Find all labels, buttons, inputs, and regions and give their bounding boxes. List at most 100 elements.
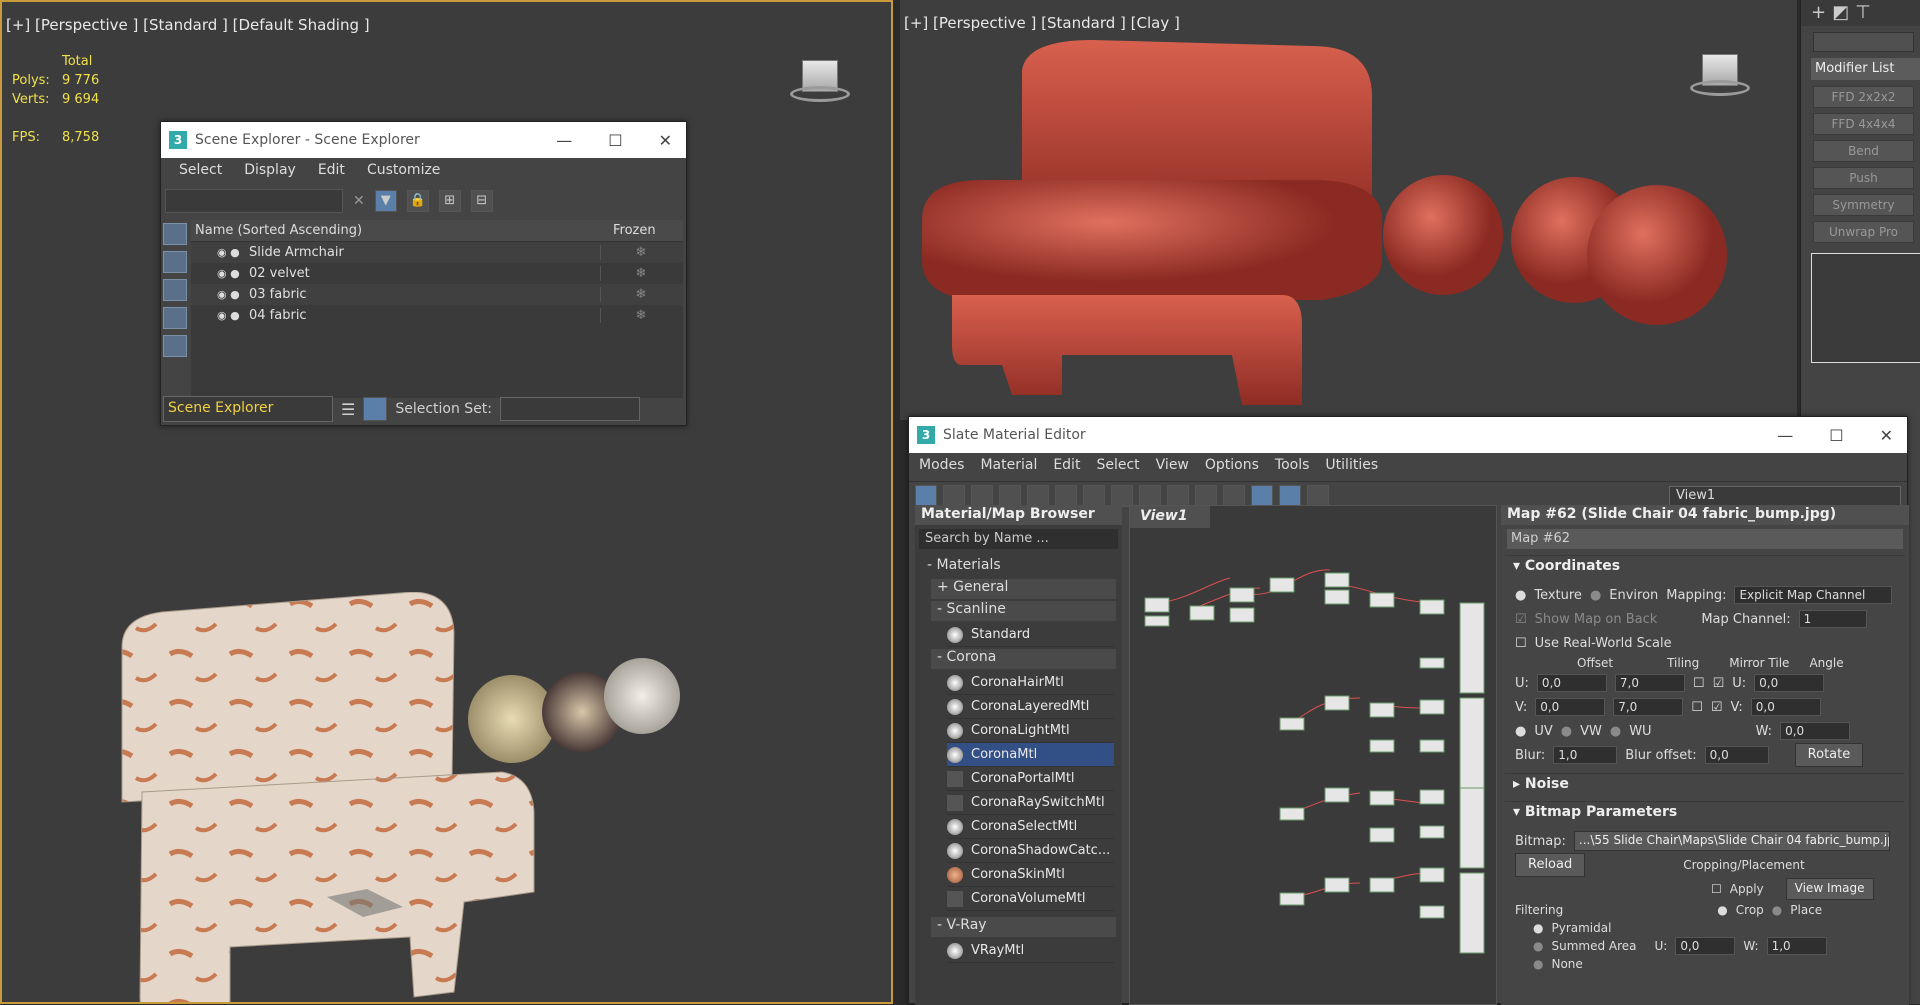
freeze-snowflake-icon[interactable]: ❄ (601, 287, 681, 302)
lock-icon[interactable]: 🔒 (406, 190, 429, 212)
freeze-snowflake-icon[interactable]: ❄ (601, 308, 681, 323)
summed-area-radio[interactable]: ● (1533, 939, 1543, 953)
light-filter-icon[interactable] (163, 279, 187, 301)
none-radio[interactable]: ● (1533, 957, 1543, 971)
pick-material-icon[interactable] (943, 484, 965, 507)
list-item[interactable]: CoronaSelectMtl (947, 815, 1114, 839)
show-map-on-back-checkbox[interactable]: ☑ (1515, 612, 1527, 627)
v-mirror-checkbox[interactable]: ☐ (1691, 700, 1703, 715)
table-row[interactable]: ◉ ● 02 velvet ❄ (191, 263, 683, 284)
u-offset-input[interactable]: 0,0 (1536, 674, 1607, 692)
menu-edit[interactable]: Edit (318, 162, 345, 182)
node-view[interactable]: View1 (1129, 505, 1497, 1005)
menu-modes[interactable]: Modes (919, 457, 964, 477)
clear-search-icon[interactable]: ✕ (353, 193, 365, 209)
crop-u-input[interactable]: 0,0 (1675, 937, 1736, 955)
visibility-eye-icon[interactable]: ◉ ● (191, 309, 245, 322)
u-tile-checkbox[interactable]: ☑ (1713, 676, 1725, 691)
modifier-button-ffd4[interactable]: FFD 4x4x4 (1813, 113, 1914, 135)
browser-search-input[interactable]: Search by Name ... (919, 529, 1118, 549)
rollout-noise[interactable]: ▸ Noise (1505, 773, 1905, 795)
reload-button[interactable]: Reload (1515, 853, 1586, 877)
menu-customize[interactable]: Customize (367, 162, 441, 182)
modifier-button-bend[interactable]: Bend (1813, 140, 1914, 162)
filter-icon[interactable]: ▼ (374, 190, 397, 212)
place-radio[interactable]: ● (1772, 903, 1782, 917)
list-item[interactable]: Standard (947, 623, 1114, 647)
modify-tab-icon[interactable]: ◩ (1832, 2, 1849, 24)
column-name-header[interactable]: Name (Sorted Ascending) (191, 223, 613, 238)
table-row[interactable]: ◉ ● 03 fabric ❄ (191, 284, 683, 305)
maximize-icon[interactable]: ☐ (608, 131, 622, 150)
view-tab[interactable]: View1 (1130, 506, 1210, 528)
viewcube[interactable] (788, 56, 850, 104)
menu-select[interactable]: Select (179, 162, 222, 182)
selection-set-dropdown[interactable] (500, 397, 641, 421)
map-name-field[interactable]: Map #62 (1507, 529, 1903, 549)
modifier-list-dropdown[interactable]: Modifier List (1811, 58, 1920, 80)
backlight-icon[interactable] (1167, 484, 1189, 507)
real-world-checkbox[interactable]: ☐ (1515, 636, 1527, 651)
environ-radio[interactable]: ● (1590, 588, 1601, 603)
group-vray[interactable]: - V-Ray (931, 917, 1116, 937)
w-angle-input[interactable]: 0,0 (1780, 722, 1851, 740)
viewcube-clay[interactable] (1688, 50, 1750, 98)
freeze-snowflake-icon[interactable]: ❄ (601, 245, 681, 260)
crop-w-input[interactable]: 1,0 (1766, 937, 1827, 955)
close-icon[interactable]: ✕ (1880, 426, 1893, 445)
crop-radio[interactable]: ● (1717, 903, 1727, 917)
object-name-field[interactable] (1813, 32, 1914, 52)
vw-radio[interactable]: ● (1561, 724, 1572, 739)
uv-radio[interactable]: ● (1515, 724, 1526, 739)
v-tile-checkbox[interactable]: ☑ (1711, 700, 1723, 715)
list-item[interactable]: CoronaVolumeMtl (947, 887, 1114, 911)
visibility-eye-icon[interactable]: ◉ ● (191, 288, 245, 301)
v-offset-input[interactable]: 0,0 (1535, 698, 1606, 716)
u-mirror-checkbox[interactable]: ☐ (1693, 676, 1705, 691)
minimize-icon[interactable]: — (556, 131, 572, 150)
right-viewport[interactable]: [+] [Perspective ] [Standard ] [Clay ] (900, 0, 1797, 420)
minimize-icon[interactable]: — (1777, 426, 1793, 445)
group-scanline[interactable]: - Scanline (931, 601, 1116, 621)
menu-edit[interactable]: Edit (1053, 457, 1080, 477)
visibility-eye-icon[interactable]: ◉ ● (191, 267, 245, 280)
hide-slots-icon[interactable] (1083, 484, 1105, 507)
v-tiling-input[interactable]: 7,0 (1613, 698, 1684, 716)
list-item[interactable]: CoronaSkinMtl (947, 863, 1114, 887)
parameter-editor-icon[interactable] (1279, 484, 1301, 507)
blur-input[interactable]: 1,0 (1553, 746, 1618, 764)
menu-select[interactable]: Select (1096, 457, 1139, 477)
menu-view[interactable]: View (1156, 457, 1189, 477)
list-item[interactable]: CoronaLayeredMtl (947, 695, 1114, 719)
delete-icon[interactable] (1027, 484, 1049, 507)
list-item[interactable]: CoronaHairMtl (947, 671, 1114, 695)
modifier-button-push[interactable]: Push (1813, 167, 1914, 189)
select-tool-icon[interactable] (915, 484, 937, 507)
modifier-button-symmetry[interactable]: Symmetry (1813, 194, 1914, 216)
layers-icon[interactable]: ☰ (341, 400, 355, 419)
assign-material-icon[interactable] (999, 484, 1021, 507)
v-angle-input[interactable]: 0,0 (1750, 698, 1821, 716)
rollout-coordinates[interactable]: ▾ Coordinates (1505, 555, 1905, 577)
material-library-icon[interactable] (1307, 484, 1329, 507)
rotate-button[interactable]: Rotate (1794, 743, 1864, 767)
geometry-filter-icon[interactable] (163, 223, 187, 245)
column-frozen-header[interactable]: Frozen (613, 223, 656, 238)
rollout-bitmap-parameters[interactable]: ▾ Bitmap Parameters (1505, 801, 1905, 823)
u-tiling-input[interactable]: 7,0 (1614, 674, 1685, 692)
menu-material[interactable]: Material (980, 457, 1037, 477)
maximize-icon[interactable]: ☐ (1829, 426, 1843, 445)
explorer-dropdown[interactable]: Scene Explorer (163, 396, 333, 422)
group-corona[interactable]: - Corona (931, 649, 1116, 669)
list-item[interactable]: CoronaLightMtl (947, 719, 1114, 743)
group-materials[interactable]: - Materials (921, 557, 1116, 577)
blur-offset-input[interactable]: 0,0 (1704, 746, 1769, 764)
close-icon[interactable]: ✕ (659, 131, 672, 150)
menu-utilities[interactable]: Utilities (1325, 457, 1378, 477)
layout-icon[interactable] (1195, 484, 1217, 507)
u-angle-input[interactable]: 0,0 (1754, 674, 1825, 692)
layer-icon[interactable]: ⊟ (470, 190, 493, 212)
pyramidal-radio[interactable]: ● (1533, 921, 1543, 935)
hierarchy-tab-icon[interactable]: ⊤ (1855, 2, 1871, 24)
list-item[interactable]: CoronaRaySwitchMtl (947, 791, 1114, 815)
